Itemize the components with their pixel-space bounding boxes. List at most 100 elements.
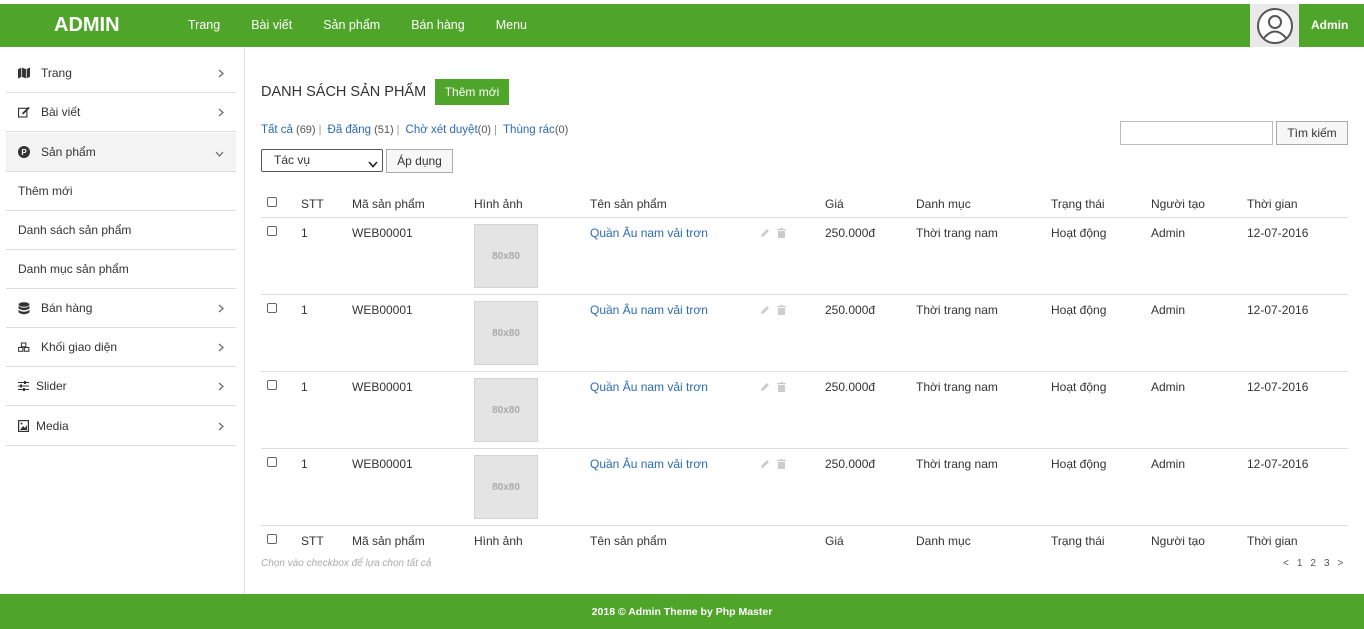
column-footer-creator: Người tạo — [1151, 534, 1205, 548]
row-stt: 1 — [301, 226, 308, 240]
column-header-code: Mã sản phẩm — [352, 197, 425, 211]
user-name[interactable]: Admin — [1311, 18, 1348, 32]
row-date: 12-07-2016 — [1247, 380, 1309, 394]
sidebar-subitem-them-moi[interactable]: Thêm mới — [6, 172, 236, 211]
pagination-page[interactable]: 1 — [1297, 558, 1303, 569]
row-code: WEB00001 — [352, 380, 413, 394]
search-button[interactable]: Tìm kiếm — [1276, 121, 1348, 145]
pencil-icon[interactable] — [760, 381, 770, 395]
pagination-page[interactable]: 3 — [1324, 558, 1330, 569]
topnav-item-san-pham[interactable]: Sản phẩm — [323, 18, 380, 32]
search-input[interactable] — [1120, 121, 1273, 145]
row-creator: Admin — [1151, 380, 1186, 394]
row-stt: 1 — [301, 457, 308, 471]
main-content: DANH SÁCH SẢN PHẨM Thêm mới Tất cả (69) |… — [245, 47, 1364, 594]
column-footer-date: Thời gian — [1247, 534, 1298, 548]
chevron-down-icon — [368, 154, 378, 175]
topnav-item-trang[interactable]: Trang — [188, 18, 220, 32]
row-category: Thời trang nam — [916, 457, 998, 471]
pencil-icon[interactable] — [760, 458, 770, 472]
sidebar-subitem-danh-sach[interactable]: Danh sách sản phẩm — [6, 211, 236, 250]
row-actions — [760, 381, 786, 395]
topnav-item-menu[interactable]: Menu — [496, 18, 527, 32]
add-new-button[interactable]: Thêm mới — [435, 79, 509, 105]
filter-trash[interactable]: Thùng rác — [503, 124, 555, 136]
brand-logo[interactable]: ADMIN — [54, 14, 120, 37]
sidebar-item-label: Thêm mới — [18, 184, 73, 198]
avatar[interactable] — [1250, 4, 1299, 47]
divider — [261, 448, 1348, 449]
column-header-status: Trạng thái — [1051, 197, 1105, 211]
column-header-category: Danh mục — [916, 197, 971, 211]
sidebar-item-khoi-giao-dien[interactable]: Khối giao diện — [6, 328, 236, 367]
row-actions — [760, 304, 786, 318]
product-icon: P — [6, 146, 30, 158]
sidebar-subitem-danh-muc[interactable]: Danh mục sản phẩm — [6, 250, 236, 289]
sidebar-item-media[interactable]: Media — [6, 407, 236, 446]
row-date: 12-07-2016 — [1247, 303, 1309, 317]
row-creator: Admin — [1151, 226, 1186, 240]
row-checkbox[interactable] — [267, 226, 277, 236]
row-status: Hoạt động — [1051, 380, 1107, 394]
top-nav: Trang Bài viết Sản phẩm Bán hàng Menu — [188, 18, 558, 32]
filter-count: (69) — [296, 124, 316, 136]
product-name-link[interactable]: Quần Âu nam vải trơn — [590, 303, 708, 317]
select-all-checkbox[interactable] — [267, 197, 277, 207]
column-header-date: Thời gian — [1247, 197, 1298, 211]
trash-icon[interactable] — [777, 458, 786, 472]
row-creator: Admin — [1151, 303, 1186, 317]
product-thumbnail: 80x80 — [474, 378, 538, 442]
footer: 2018 © Admin Theme by Php Master — [0, 594, 1364, 629]
product-name-link[interactable]: Quần Âu nam vải trơn — [590, 380, 708, 394]
sliders-icon — [6, 381, 30, 391]
divider — [261, 217, 1348, 218]
filter-published[interactable]: Đã đăng — [328, 124, 371, 136]
sidebar-item-san-pham[interactable]: P Sản phẩm — [6, 133, 236, 172]
column-header-price: Giá — [825, 197, 844, 211]
sidebar: Trang Bài viết P Sản phẩm Thêm mới Danh … — [0, 47, 245, 594]
bulk-action-select[interactable]: Tác vụ — [261, 149, 383, 172]
apply-button[interactable]: Áp dụng — [386, 149, 453, 173]
topnav-item-ban-hang[interactable]: Bán hàng — [411, 18, 465, 32]
row-stt: 1 — [301, 380, 308, 394]
row-category: Thời trang nam — [916, 380, 998, 394]
chevron-right-icon — [218, 380, 224, 394]
top-navbar: ADMIN Trang Bài viết Sản phẩm Bán hàng M… — [0, 4, 1364, 47]
divider — [261, 525, 1348, 526]
column-header-image: Hình ảnh — [474, 197, 523, 211]
cubes-icon — [6, 341, 30, 354]
pagination-page[interactable]: 2 — [1310, 558, 1316, 569]
svg-text:P: P — [21, 148, 27, 157]
select-all-checkbox-bottom[interactable] — [267, 534, 277, 544]
pagination-prev[interactable]: < — [1283, 558, 1289, 569]
chevron-right-icon — [218, 106, 224, 120]
product-name-link[interactable]: Quần Âu nam vải trơn — [590, 457, 708, 471]
trash-icon[interactable] — [777, 304, 786, 318]
pencil-icon[interactable] — [760, 304, 770, 318]
image-icon — [6, 420, 30, 432]
filter-all[interactable]: Tất cả — [261, 124, 293, 136]
product-name-link[interactable]: Quần Âu nam vải trơn — [590, 226, 708, 240]
sidebar-item-bai-viet[interactable]: Bài viết — [6, 93, 236, 132]
filter-count: (0) — [477, 124, 492, 136]
row-creator: Admin — [1151, 457, 1186, 471]
chevron-right-icon — [218, 67, 224, 81]
chevron-right-icon — [218, 302, 224, 316]
row-checkbox[interactable] — [267, 303, 277, 313]
sidebar-item-label: Danh mục sản phẩm — [18, 262, 129, 276]
pencil-icon[interactable] — [760, 227, 770, 241]
sidebar-item-trang[interactable]: Trang — [6, 54, 236, 93]
row-checkbox[interactable] — [267, 380, 277, 390]
filter-count: (51) — [374, 124, 394, 136]
status-filters: Tất cả (69) | Đã đăng (51) | Chờ xét duyệt… — [261, 124, 569, 136]
row-checkbox[interactable] — [267, 457, 277, 467]
row-date: 12-07-2016 — [1247, 226, 1309, 240]
sidebar-item-ban-hang[interactable]: Bán hàng — [6, 289, 236, 328]
trash-icon[interactable] — [777, 227, 786, 241]
sidebar-item-slider[interactable]: Slider — [6, 367, 236, 406]
topnav-item-bai-viet[interactable]: Bài viết — [251, 18, 292, 32]
row-code: WEB00001 — [352, 303, 413, 317]
trash-icon[interactable] — [777, 381, 786, 395]
filter-pending[interactable]: Chờ xét duyệt — [406, 124, 478, 136]
pagination-next[interactable]: > — [1338, 558, 1344, 569]
